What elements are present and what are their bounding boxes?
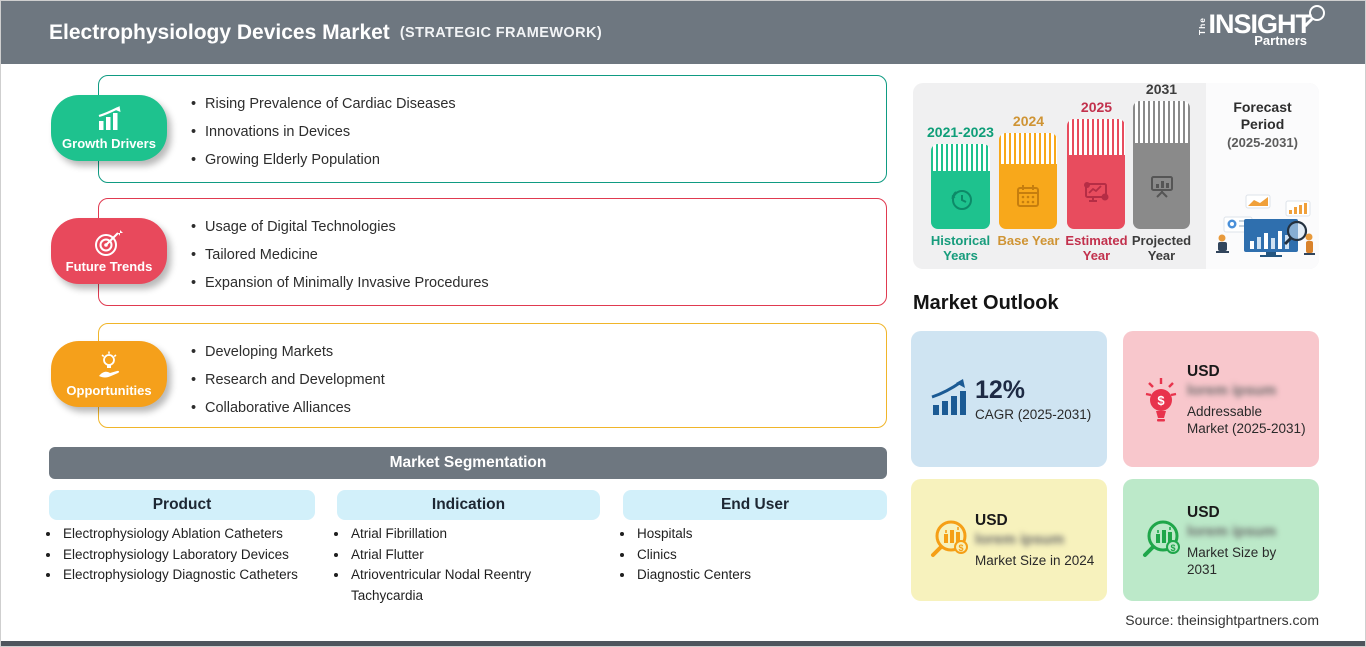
timeline-caption: Projected Year	[1131, 233, 1192, 263]
list-item: Growing Elderly Population	[191, 146, 886, 174]
svg-text:$: $	[958, 543, 963, 553]
indication-list: Atrial Fibrillation Atrial Flutter Atrio…	[337, 524, 567, 606]
cagr-value: 12%	[975, 375, 1026, 404]
future-trends-badge: Future Trends	[51, 218, 167, 284]
column-header: Product	[152, 496, 212, 513]
list-item: Usage of Digital Technologies	[191, 213, 886, 241]
cagr-caption: CAGR (2025-2031)	[975, 406, 1092, 422]
card-caption: Market Size in 2024	[975, 553, 1095, 568]
growth-chart-arrow-icon	[931, 379, 966, 415]
page-title: Electrophysiology Devices Market	[49, 20, 390, 44]
growth-drivers-badge: Growth Drivers	[51, 95, 167, 161]
timeline-panel: 2021-2023 Historical Years 2024 Base Yea…	[913, 81, 1319, 269]
market-size-2031-card: $ USD lorem ipsum Market Size by 2031	[1123, 479, 1319, 601]
bar-stripes	[931, 144, 990, 171]
svg-text:$: $	[1157, 393, 1165, 408]
opportunities-panel: Developing Markets Research and Developm…	[98, 323, 887, 428]
blurred-value: lorem ipsum	[975, 531, 1065, 548]
outlook-title: Market Outlook	[913, 292, 1059, 314]
product-list: Electrophysiology Ablation Catheters Ele…	[49, 524, 341, 586]
growth-bar-chart-icon	[98, 105, 121, 130]
target-dart-icon	[95, 229, 123, 256]
list-item: Electrophysiology Diagnostic Catheters	[61, 565, 341, 586]
timeline-bar-historical	[931, 144, 990, 229]
timeline-bar-base	[999, 133, 1057, 229]
bar-stripes	[999, 133, 1057, 164]
enduser-list: Hospitals Clinics Diagnostic Centers	[623, 524, 875, 586]
monitor-gear-icon	[1084, 182, 1109, 202]
logo-main: INSIGHT Partners	[1208, 5, 1325, 47]
bulb-dollar-icon: $	[1145, 378, 1177, 422]
list-item: Electrophysiology Ablation Catheters	[61, 524, 341, 545]
bottom-bar	[1, 641, 1365, 646]
magnifier-chart-dollar-icon: $	[1143, 520, 1180, 557]
badge-label: Opportunities	[66, 382, 152, 398]
list-item: Innovations in Devices	[191, 118, 886, 146]
card-caption: Addressable Market (2025-2031)	[1187, 403, 1306, 436]
card-heading: USD	[1187, 503, 1220, 521]
magnifier-icon	[1303, 5, 1325, 28]
segmentation-header-enduser: End User	[623, 490, 887, 520]
timeline-bar-projected	[1133, 101, 1190, 229]
opportunities-badge: Opportunities	[51, 341, 167, 407]
content-area: Rising Prevalence of Cardiac Diseases In…	[1, 64, 1365, 641]
segmentation-title: Market Segmentation	[389, 454, 547, 471]
list-item: Collaborative Alliances	[191, 394, 886, 422]
list-item: Research and Development	[191, 366, 886, 394]
source-note: Source: theinsightpartners.com	[1125, 612, 1319, 628]
timeline-bar-estimated	[1067, 119, 1125, 229]
forecast-range: (2025-2031)	[1227, 135, 1298, 150]
list-item: Expansion of Minimally Invasive Procedur…	[191, 269, 886, 297]
list-item: Diagnostic Centers	[635, 565, 875, 586]
badge-label: Future Trends	[65, 258, 153, 274]
timeline-year-label: 2031	[1145, 81, 1178, 97]
timeline-year-label: 2024	[1012, 113, 1045, 129]
bar-stripes	[1067, 119, 1125, 155]
svg-text:$: $	[1170, 543, 1175, 553]
calendar-icon	[1017, 184, 1039, 207]
blurred-value: lorem ipsum	[1187, 381, 1277, 399]
history-clock-icon	[951, 190, 972, 210]
list-item: Atrial Fibrillation	[349, 524, 567, 545]
lightbulb-hand-icon	[99, 351, 120, 377]
bar-stripes	[1133, 101, 1190, 143]
column-header: End User	[720, 496, 790, 513]
segmentation-header-product: Product	[49, 490, 315, 520]
presentation-chart-icon	[1150, 176, 1173, 198]
list-item: Developing Markets	[191, 338, 886, 366]
forecast-title: Forecast Period	[1233, 99, 1292, 132]
list-item: Clinics	[635, 545, 875, 566]
list-item: Electrophysiology Laboratory Devices	[61, 545, 341, 566]
magnifier-chart-dollar-icon: $	[931, 520, 968, 557]
list-item: Rising Prevalence of Cardiac Diseases	[191, 90, 886, 118]
list-item: Atrioventricular Nodal Reentry Tachycard…	[349, 565, 567, 606]
card-caption: Market Size by 2031	[1187, 544, 1277, 577]
segmentation-title-bar: Market Segmentation	[49, 447, 887, 479]
list-item: Hospitals	[635, 524, 875, 545]
infographic-page: Electrophysiology Devices Market (STRATE…	[0, 0, 1366, 647]
list-item: Atrial Flutter	[349, 545, 567, 566]
future-trends-panel: Usage of Digital Technologies Tailored M…	[98, 198, 887, 306]
logo-the-text: The	[1197, 17, 1208, 36]
market-size-2024-card: $ USD lorem ipsum Market Size in 2024	[911, 479, 1107, 601]
segmentation-header-indication: Indication	[337, 490, 600, 520]
brand-logo: The INSIGHT Partners	[1197, 5, 1325, 47]
blurred-value: lorem ipsum	[1187, 522, 1277, 540]
card-heading: USD	[975, 512, 1008, 529]
growth-drivers-panel: Rising Prevalence of Cardiac Diseases In…	[98, 75, 887, 183]
column-header: Indication	[431, 496, 506, 513]
card-heading: USD	[1187, 362, 1220, 380]
cagr-card: 12% CAGR (2025-2031)	[911, 331, 1107, 467]
header-bar: Electrophysiology Devices Market (STRATE…	[1, 1, 1365, 64]
list-item: Tailored Medicine	[191, 241, 886, 269]
badge-label: Growth Drivers	[62, 135, 156, 151]
forecast-panel: Forecast Period (2025-2031)	[1206, 83, 1319, 269]
timeline-year-label: 2025	[1080, 99, 1113, 115]
page-subtitle: (STRATEGIC FRAMEWORK)	[399, 24, 603, 41]
analytics-illustration	[1216, 194, 1315, 257]
addressable-market-card: $ USD lorem ipsum Addressable Market (20…	[1123, 331, 1319, 467]
